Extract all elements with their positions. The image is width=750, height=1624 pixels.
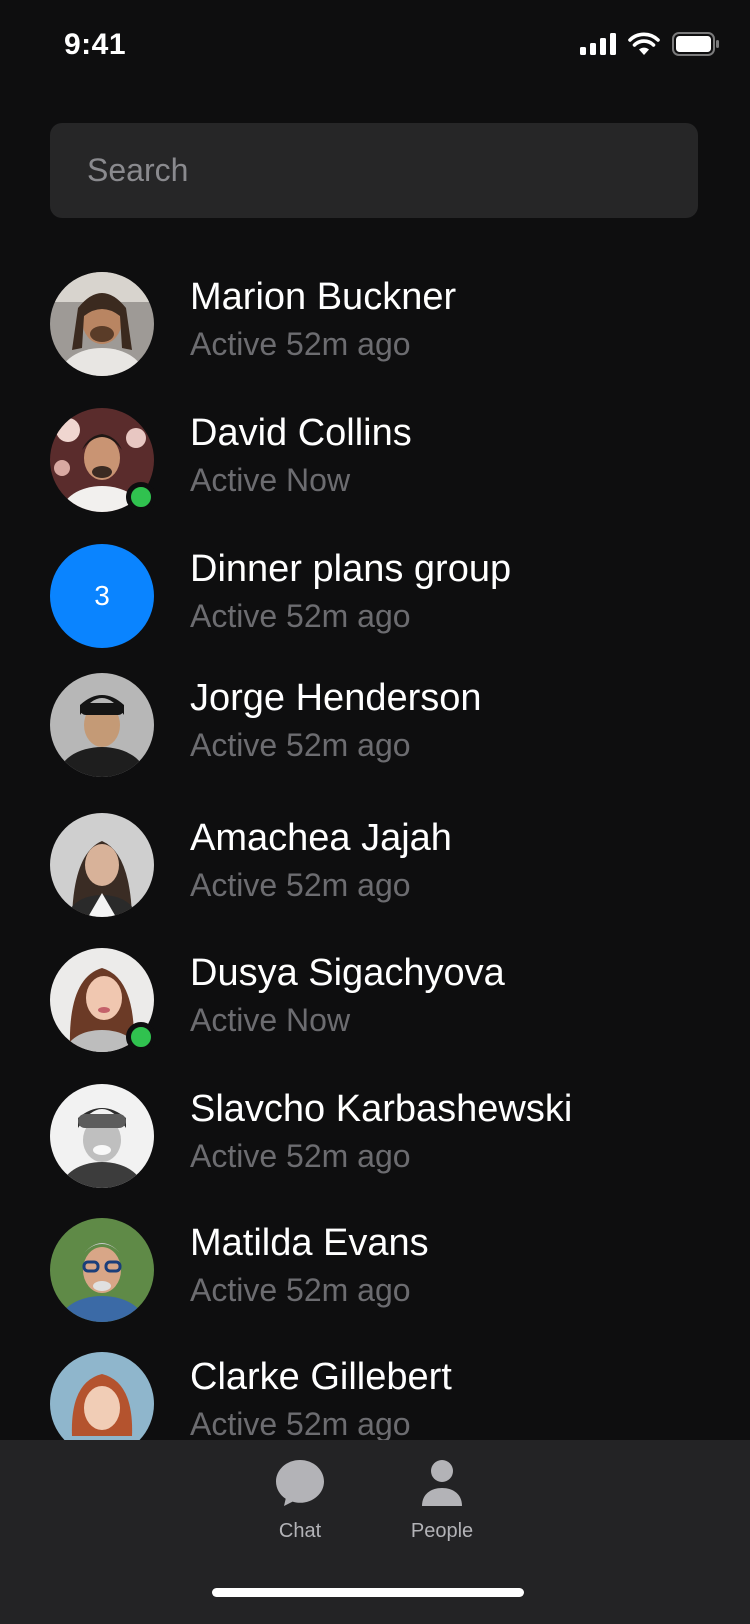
- tab-label: Chat: [278, 1520, 322, 1542]
- contact-status: Active 52m ago: [190, 867, 411, 903]
- cellular-signal-icon: [580, 33, 616, 55]
- contact-row[interactable]: Clarke Gillebert Active 52m ago: [0, 1350, 750, 1440]
- contact-name: Dinner plans group: [190, 548, 512, 590]
- contact-status: Active 52m ago: [190, 598, 411, 634]
- tab-chat[interactable]: Chat: [230, 1454, 370, 1554]
- avatar: [50, 673, 154, 777]
- contact-list[interactable]: Marion Buckner Active 52m ago David Coll…: [0, 270, 750, 1440]
- battery-icon: [672, 32, 719, 56]
- status-bar: 9:41: [0, 0, 750, 92]
- contact-row[interactable]: Slavcho Karbashewski Active 52m ago: [0, 1082, 750, 1192]
- contact-status: Active Now: [190, 462, 351, 498]
- contact-row[interactable]: Marion Buckner Active 52m ago: [0, 270, 750, 380]
- contact-name: Slavcho Karbashewski: [190, 1088, 573, 1130]
- contact-row[interactable]: Jorge Henderson Active 52m ago: [0, 671, 750, 781]
- tab-label: People: [410, 1520, 474, 1542]
- contact-status: Active 52m ago: [190, 1272, 411, 1308]
- contact-row[interactable]: Dusya Sigachyova Active Now: [0, 946, 750, 1056]
- contact-status: Active 52m ago: [190, 326, 411, 362]
- wifi-icon: [628, 32, 660, 55]
- contact-status: Active 52m ago: [190, 727, 411, 763]
- contact-row[interactable]: Amachea Jajah Active 52m ago: [0, 811, 750, 921]
- home-indicator[interactable]: [212, 1588, 524, 1597]
- search-input[interactable]: [85, 151, 698, 190]
- contact-name: Marion Buckner: [190, 276, 457, 318]
- contact-status: Active Now: [190, 1002, 351, 1038]
- status-icons: [580, 32, 720, 56]
- contact-row[interactable]: 3 Dinner plans group Active 52m ago: [0, 542, 750, 652]
- contact-name: Clarke Gillebert: [190, 1356, 452, 1398]
- avatar: [50, 1218, 154, 1322]
- contact-name: Jorge Henderson: [190, 677, 482, 719]
- contact-status: Active 52m ago: [190, 1406, 411, 1440]
- avatar: [50, 272, 154, 376]
- contact-name: Dusya Sigachyova: [190, 952, 505, 994]
- online-indicator: [126, 482, 156, 512]
- status-time: 9:41: [64, 28, 127, 61]
- contact-name: Amachea Jajah: [190, 817, 452, 859]
- contact-row[interactable]: Matilda Evans Active 52m ago: [0, 1216, 750, 1326]
- group-avatar: 3: [50, 544, 154, 648]
- avatar: [50, 1352, 154, 1440]
- avatar: [50, 813, 154, 917]
- chat-bubble-icon: [276, 1460, 324, 1506]
- contact-name: David Collins: [190, 412, 412, 454]
- tab-people[interactable]: People: [372, 1454, 512, 1554]
- online-indicator: [126, 1022, 156, 1052]
- contact-status: Active 52m ago: [190, 1138, 411, 1174]
- contact-row[interactable]: David Collins Active Now: [0, 406, 750, 516]
- person-icon: [422, 1460, 462, 1506]
- avatar: [50, 1084, 154, 1188]
- search-bar[interactable]: [50, 123, 698, 218]
- contact-name: Matilda Evans: [190, 1222, 429, 1264]
